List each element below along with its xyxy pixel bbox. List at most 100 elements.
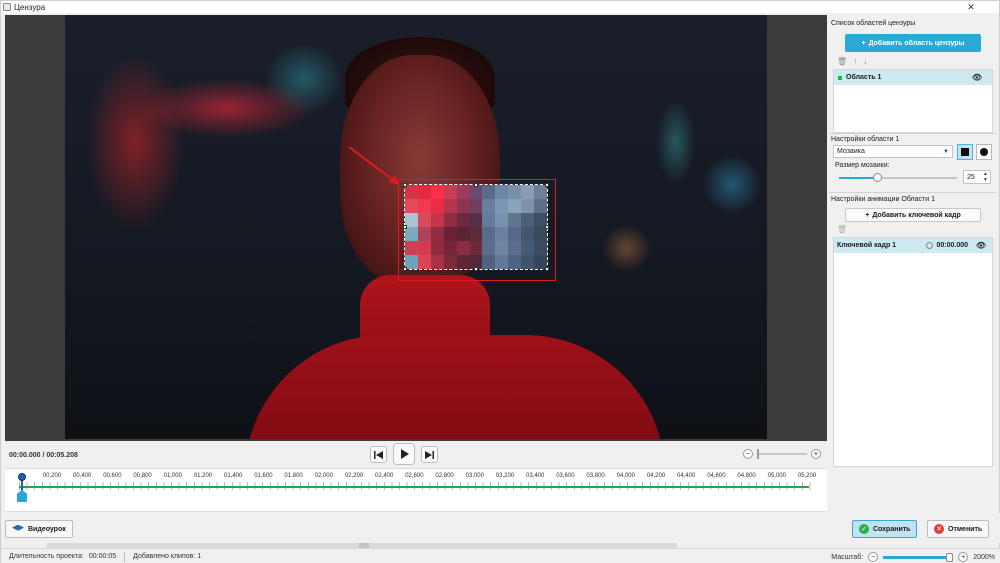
mosaic-cell	[495, 255, 509, 269]
mosaic-cell	[469, 227, 483, 241]
mosaic-size-label: Размер мозаики:	[835, 162, 890, 169]
close-window-button[interactable]: ✕	[963, 1, 979, 13]
timeline-tick-label: 03,000	[465, 473, 484, 479]
resize-handle-bl[interactable]	[403, 267, 407, 271]
mosaic-cell	[482, 185, 496, 199]
mosaic-censor-area[interactable]	[404, 184, 548, 270]
censorship-window: Цензура ✕ 00:00.000 / 00:05.208 − + 00,2…	[0, 0, 1000, 563]
save-button[interactable]: ✓ Сохранить	[852, 520, 918, 538]
prev-frame-button[interactable]	[370, 446, 387, 463]
playback-bar: 00:00.000 / 00:05.208 − +	[5, 442, 827, 468]
mosaic-cell	[443, 241, 457, 255]
resize-handle-right[interactable]	[545, 225, 549, 229]
mosaic-cell	[508, 241, 522, 255]
mosaic-cell	[521, 199, 535, 213]
mosaic-cell	[495, 241, 509, 255]
timeline-tick-label: 02,800	[435, 473, 454, 479]
eye-icon[interactable]: 👁	[972, 73, 982, 82]
add-keyframe-button[interactable]: + Добавить ключевой кадр	[845, 208, 981, 222]
tutorial-label: Видеоурок	[28, 525, 66, 533]
mosaic-cell	[521, 241, 535, 255]
resize-handle-left[interactable]	[403, 225, 407, 229]
scale-fill	[883, 555, 950, 559]
stepper-arrows-icon[interactable]: ▲ ▼	[983, 171, 988, 183]
clips-added: Добавлено клипов: 1	[133, 553, 202, 560]
timeline-tick-label: 01,400	[224, 473, 243, 479]
mosaic-size-value: 25	[967, 173, 975, 181]
mosaic-cell	[430, 227, 444, 241]
list-item[interactable]: Ключевой кадр 1 00:00.000 👁	[834, 238, 992, 253]
mosaic-size-slider[interactable]	[839, 173, 957, 182]
mosaic-cell	[405, 241, 418, 255]
effect-select[interactable]: Мозаика ▼	[833, 145, 953, 158]
timeline-tick-label: 01,600	[254, 473, 273, 479]
resize-handle-br[interactable]	[545, 267, 549, 271]
check-icon: ✓	[859, 524, 869, 534]
zoom-out-icon[interactable]: −	[743, 449, 753, 459]
censor-track[interactable]	[19, 486, 809, 488]
timeline[interactable]: 00,200 00,400 00,600 00,800 01,000 01,200 01,4…	[5, 468, 827, 512]
resize-handle-tr[interactable]	[545, 183, 549, 187]
mosaic-cell	[417, 255, 431, 269]
mosaic-cell	[456, 241, 470, 255]
mosaic-cell	[508, 213, 522, 227]
trash-icon[interactable]: 🗑	[837, 225, 847, 234]
keyframe-label: Ключевой кадр 1	[837, 242, 897, 249]
rectangle-shape-button[interactable]	[957, 144, 973, 160]
eye-icon[interactable]: 👁	[976, 241, 986, 250]
keyframe-marker-icon[interactable]	[17, 490, 27, 502]
mosaic-cell	[534, 241, 547, 255]
video-frame[interactable]	[65, 15, 767, 439]
mosaic-cell	[482, 227, 496, 241]
add-area-label: Добавить область цензуры	[868, 39, 965, 47]
play-button[interactable]	[393, 443, 415, 465]
mosaic-size-stepper[interactable]: 25 ▲ ▼	[963, 170, 991, 184]
scale-slider[interactable]	[883, 552, 954, 562]
move-down-icon[interactable]: ↓	[863, 57, 867, 66]
scale-thumb[interactable]	[945, 552, 953, 562]
resize-handle-top[interactable]	[474, 183, 478, 187]
settings-panel: Список областей цензуры + Добавить облас…	[829, 15, 997, 511]
clock-icon	[926, 242, 934, 249]
zoom-in-icon[interactable]: +	[811, 449, 821, 459]
mosaic-size-thumb[interactable]	[872, 173, 882, 182]
timeline-tick-label: 03,200	[495, 473, 515, 479]
mosaic-cell	[443, 199, 457, 213]
trash-icon[interactable]: 🗑	[837, 57, 847, 66]
playhead-handle[interactable]	[18, 473, 26, 481]
timeline-zoom-slider[interactable]	[757, 449, 807, 459]
timeline-tick-label: 03,400	[526, 473, 545, 479]
mosaic-cell	[417, 185, 431, 199]
divider	[829, 192, 997, 193]
ellipse-shape-button[interactable]	[976, 144, 992, 160]
effect-select-value: Мозаика	[837, 148, 865, 155]
next-frame-button[interactable]	[421, 446, 438, 463]
resize-handle-bottom[interactable]	[474, 267, 478, 271]
duration-value: 00:00:05	[88, 553, 117, 560]
cancel-button[interactable]: ✕ Отменить	[927, 520, 990, 538]
list-item[interactable]: Область 1 👁	[834, 70, 992, 85]
timeline-tick-label: 02,200	[344, 473, 364, 479]
areas-list-title: Список областей цензуры	[831, 20, 916, 27]
keyframe-list: Ключевой кадр 1 00:00.000 👁	[833, 237, 993, 467]
zoom-out-icon[interactable]: −	[868, 552, 879, 562]
mosaic-cell	[508, 227, 522, 241]
timeline-tick-label: 01,800	[284, 473, 303, 479]
mosaic-cell	[521, 185, 535, 199]
timeline-tick-label: 02,000	[314, 473, 333, 479]
area-item-label: Область 1	[846, 74, 882, 81]
timeline-zoom-thumb[interactable]	[757, 449, 759, 459]
mosaic-cell	[430, 185, 444, 199]
mosaic-cell	[443, 213, 457, 227]
move-up-icon[interactable]: ↑	[853, 57, 857, 66]
resize-handle-tl[interactable]	[403, 183, 407, 187]
mosaic-cell	[430, 199, 444, 213]
tutorial-button[interactable]: Видеоурок	[5, 520, 73, 538]
add-area-button[interactable]: + Добавить область цензуры	[845, 34, 981, 52]
timeline-tick-label: 02,400	[375, 473, 394, 479]
zoom-in-icon[interactable]: +	[958, 552, 969, 562]
scale-control: Масштаб: − + 2000%	[831, 552, 995, 562]
skip-forward-icon	[425, 450, 434, 459]
mosaic-cell	[469, 185, 483, 199]
area-settings-title: Настройки области 1	[831, 136, 900, 143]
